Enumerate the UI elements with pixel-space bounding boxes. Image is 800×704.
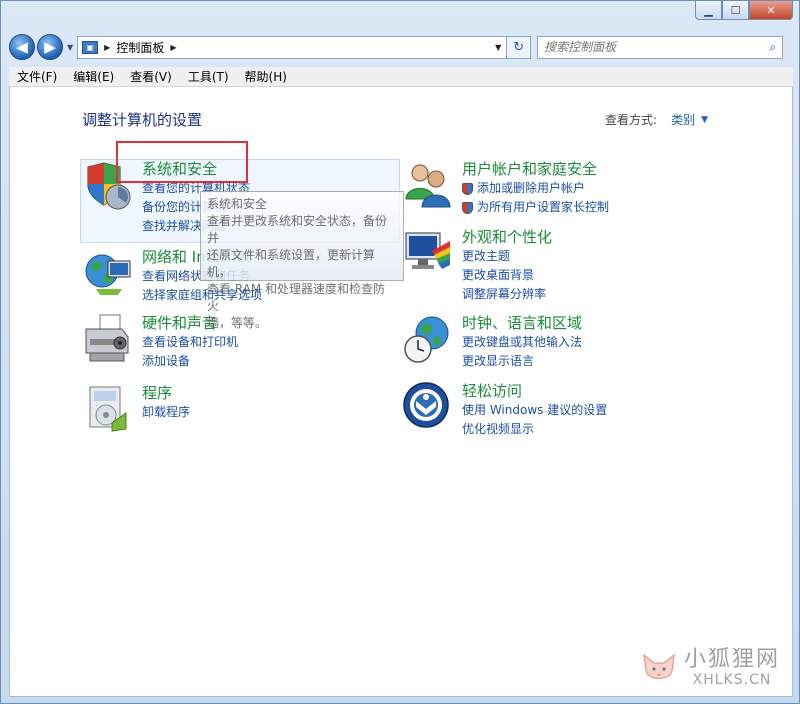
tooltip-line: 还原文件和系统设置，更新计算机， [207, 248, 376, 279]
breadcrumb-chevron-icon[interactable]: ▶ [170, 43, 176, 52]
uac-shield-icon [462, 182, 473, 195]
tooltip-line: 墙，等等。 [207, 316, 268, 330]
category-title-user-accounts[interactable]: 用户帐户和家庭安全 [462, 159, 609, 179]
link-windows-recommended[interactable]: 使用 Windows 建议的设置 [462, 401, 607, 420]
menu-view[interactable]: 查看(V) [122, 67, 180, 87]
address-dropdown-icon[interactable]: ▼ [490, 37, 506, 58]
menu-bar: 文件(F) 编辑(E) 查看(V) 工具(T) 帮助(H) [9, 67, 793, 87]
category-title-clock-region[interactable]: 时钟、语言和区域 [462, 313, 582, 333]
page-title: 调整计算机的设置 [82, 111, 203, 129]
category-title-ease-access[interactable]: 轻松访问 [462, 381, 607, 401]
search-icon[interactable]: ⌕ [769, 40, 776, 55]
fox-logo-icon [640, 649, 678, 687]
watermark-en: XHLKS.CN [692, 672, 772, 688]
link-devices-printers[interactable]: 查看设备和打印机 [142, 333, 238, 352]
link-change-input-method[interactable]: 更改键盘或其他输入法 [462, 333, 582, 352]
clock-globe-icon[interactable] [402, 313, 454, 365]
users-icon[interactable] [402, 159, 454, 211]
window-frame: ▁ ☐ ✕ ◀ ▶ ▼ ▣ ▶ 控制面板 ▶ ▼ ↻ ⌕ 文件(F) 编辑(E)… [0, 0, 800, 704]
search-input[interactable] [544, 40, 745, 54]
tooltip-line: 查看 RAM 和处理器速度和检查防火 [207, 282, 386, 313]
breadcrumb-chevron-icon[interactable]: ▶ [104, 43, 110, 52]
category-user-accounts: 用户帐户和家庭安全 添加或删除用户帐户 为所有用户设置家长控制 [402, 159, 609, 217]
programs-icon[interactable] [82, 383, 134, 435]
forward-button[interactable]: ▶ [37, 34, 63, 60]
category-clock-region: 时钟、语言和区域 更改键盘或其他输入法 更改显示语言 [402, 313, 582, 371]
tooltip: 系统和安全 查看并更改系统和安全状态，备份并 还原文件和系统设置，更新计算机， … [200, 191, 404, 330]
menu-edit[interactable]: 编辑(E) [65, 67, 122, 87]
link-add-device[interactable]: 添加设备 [142, 352, 238, 371]
caption-buttons: ▁ ☐ ✕ [695, 1, 793, 21]
refresh-button[interactable]: ↻ [507, 35, 532, 59]
link-optimize-display[interactable]: 优化视频显示 [462, 420, 607, 439]
view-by-label: 查看方式: [605, 113, 658, 127]
link-parental-controls[interactable]: 为所有用户设置家长控制 [462, 198, 609, 217]
watermark: 小狐狸网 XHLKS.CN [640, 648, 780, 688]
watermark-cn: 小狐狸网 [683, 647, 780, 672]
view-by-caret-icon[interactable]: ▼ [701, 115, 708, 125]
category-ease-access: 轻松访问 使用 Windows 建议的设置 优化视频显示 [402, 381, 607, 439]
link-change-background[interactable]: 更改桌面背景 [462, 266, 552, 285]
tooltip-title: 系统和安全 [207, 197, 268, 211]
tooltip-line: 查看并更改系统和安全状态，备份并 [207, 214, 388, 245]
control-panel-icon: ▣ [82, 40, 99, 54]
search-box[interactable]: ⌕ [537, 35, 784, 59]
link-add-remove-users-text[interactable]: 添加或删除用户帐户 [477, 179, 585, 198]
view-by-category-dropdown[interactable]: 类别 [671, 111, 695, 128]
close-button[interactable]: ✕ [749, 1, 793, 20]
link-uninstall-program[interactable]: 卸载程序 [142, 403, 190, 422]
link-parental-controls-text[interactable]: 为所有用户设置家长控制 [477, 198, 609, 217]
category-programs: 程序 卸载程序 [82, 383, 190, 435]
menu-tools[interactable]: 工具(T) [180, 67, 237, 87]
control-panel-content: 调整计算机的设置 查看方式: 类别 ▼ 系统和安全 查看您的计算机状态 备份您的… [9, 87, 793, 697]
uac-shield-icon [462, 201, 473, 214]
minimize-button[interactable]: ▁ [695, 1, 722, 20]
breadcrumb-control-panel[interactable]: 控制面板 [116, 39, 164, 56]
menu-file[interactable]: 文件(F) [9, 67, 65, 87]
menu-help[interactable]: 帮助(H) [237, 67, 295, 87]
link-change-theme[interactable]: 更改主题 [462, 247, 552, 266]
network-globe-icon[interactable] [82, 247, 134, 299]
view-by: 查看方式: 类别 ▼ [605, 111, 708, 128]
navigation-bar: ◀ ▶ ▼ ▣ ▶ 控制面板 ▶ ▼ ↻ ⌕ [9, 31, 793, 63]
recent-pages-dropdown-icon[interactable]: ▼ [67, 43, 73, 52]
back-button[interactable]: ◀ [9, 34, 35, 60]
annotation-highlight-box [116, 141, 248, 183]
appearance-monitor-icon[interactable] [402, 227, 454, 279]
category-title-appearance[interactable]: 外观和个性化 [462, 227, 552, 247]
printer-icon[interactable] [82, 313, 134, 365]
ease-of-access-icon[interactable] [402, 381, 454, 433]
category-title-programs[interactable]: 程序 [142, 383, 190, 403]
address-bar[interactable]: ▣ ▶ 控制面板 ▶ ▼ [77, 35, 508, 59]
category-appearance: 外观和个性化 更改主题 更改桌面背景 调整屏幕分辨率 [402, 227, 552, 304]
maximize-button[interactable]: ☐ [722, 1, 749, 20]
link-adjust-resolution[interactable]: 调整屏幕分辨率 [462, 285, 552, 304]
link-add-remove-users[interactable]: 添加或删除用户帐户 [462, 179, 609, 198]
link-change-display-language[interactable]: 更改显示语言 [462, 352, 582, 371]
